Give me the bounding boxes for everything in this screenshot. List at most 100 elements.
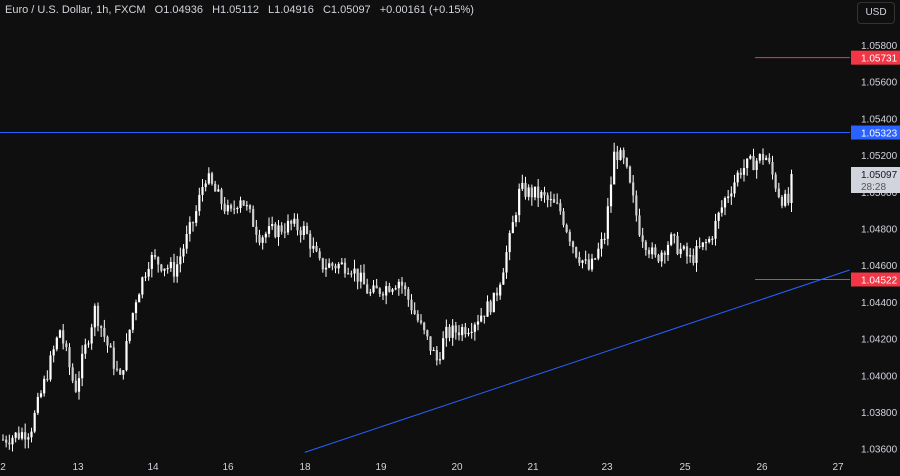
candle-body — [784, 193, 787, 206]
y-tick-label: 1.04800 — [861, 225, 898, 236]
price-label: 1.05323 — [861, 129, 898, 140]
candle-body — [39, 393, 43, 397]
candle-body — [704, 242, 708, 244]
candle-body — [404, 285, 407, 290]
candle-body — [483, 315, 486, 317]
candle-body — [147, 268, 150, 277]
candle-body — [309, 233, 312, 249]
candle-body — [454, 325, 457, 333]
candle-body — [495, 292, 499, 296]
candle-body — [8, 442, 11, 445]
candle-body — [584, 259, 587, 261]
candle-body — [305, 225, 309, 234]
candle-body — [65, 343, 68, 348]
candle-body — [679, 248, 682, 255]
candle-body — [119, 369, 122, 375]
candle-body — [14, 432, 17, 438]
candle-body — [410, 299, 413, 311]
price-label: 1.05731 — [861, 54, 898, 65]
candle-body — [698, 245, 701, 247]
candle-body — [290, 220, 293, 224]
candle-body — [138, 294, 141, 303]
candle-body — [356, 268, 359, 282]
candle-body — [720, 207, 723, 213]
candle-body — [226, 205, 229, 212]
candle-body — [400, 281, 404, 286]
candle-body — [476, 321, 480, 325]
candle-body — [426, 330, 429, 337]
candle-body — [774, 174, 777, 189]
candle-body — [312, 245, 315, 249]
candle-body — [359, 272, 362, 282]
y-tick-label: 1.03600 — [861, 445, 898, 456]
candle-body — [125, 341, 128, 371]
candle-body — [682, 246, 685, 249]
candle-body — [736, 172, 739, 183]
candle-body — [52, 349, 55, 356]
candle-body — [445, 326, 448, 339]
candle-body — [362, 272, 366, 285]
price-chart[interactable]: 1.058001.056001.054001.052001.050001.048… — [0, 0, 900, 476]
candle-body — [280, 225, 283, 232]
candle-body — [787, 193, 790, 204]
candle-body — [182, 248, 185, 257]
candle-body — [635, 195, 638, 216]
x-tick-label: 26 — [756, 462, 768, 473]
candle-body — [673, 234, 676, 236]
candle-body — [533, 186, 537, 198]
candle-body — [331, 263, 334, 266]
candle-body — [575, 247, 578, 258]
candle-body — [217, 189, 220, 192]
candle-body — [150, 255, 153, 269]
candle-body — [590, 258, 594, 270]
candle-body — [128, 329, 131, 342]
candle-body — [644, 241, 647, 251]
candle-body — [556, 202, 559, 204]
candle-body — [780, 197, 784, 206]
candle-body — [597, 248, 600, 259]
candle-body — [27, 437, 30, 440]
candle-body — [30, 431, 33, 438]
candle-body — [157, 257, 160, 265]
candle-body — [191, 222, 195, 224]
candle-body — [647, 250, 651, 255]
candle-body — [258, 234, 261, 243]
candle-body — [689, 255, 692, 257]
candle-body — [432, 350, 435, 352]
candle-body — [74, 380, 77, 392]
candle-body — [695, 245, 698, 263]
candle-body — [616, 151, 619, 161]
candle-body — [188, 222, 191, 235]
y-tick-label: 1.05400 — [861, 114, 898, 125]
candle-body — [347, 273, 350, 275]
candle-body — [239, 200, 242, 209]
candle-body — [378, 288, 381, 294]
candle-body — [676, 235, 679, 255]
y-tick-label: 1.05600 — [861, 78, 898, 89]
candle-body — [264, 233, 267, 238]
candle-body — [236, 208, 239, 210]
candle-body — [106, 336, 109, 346]
candle-body — [761, 154, 765, 160]
candle-body — [277, 225, 280, 238]
candle-body — [11, 437, 14, 445]
candle-body — [195, 211, 198, 223]
candle-body — [271, 224, 274, 227]
candle-body — [739, 172, 742, 175]
candle-body — [353, 268, 356, 274]
candle-body — [717, 212, 720, 221]
candle-body — [255, 226, 258, 235]
candle-body — [20, 432, 24, 439]
candle-body — [229, 205, 233, 209]
candle-body — [36, 396, 39, 413]
x-tick-label: 18 — [299, 462, 311, 473]
x-tick-label: 21 — [527, 462, 539, 473]
candle-body — [223, 203, 226, 212]
candle-body — [727, 196, 730, 199]
candle-body — [328, 263, 331, 268]
candle-body — [521, 182, 524, 189]
candle-body — [388, 286, 391, 292]
candle-body — [505, 252, 508, 273]
candle-body — [543, 191, 546, 196]
candle-body — [568, 231, 571, 242]
